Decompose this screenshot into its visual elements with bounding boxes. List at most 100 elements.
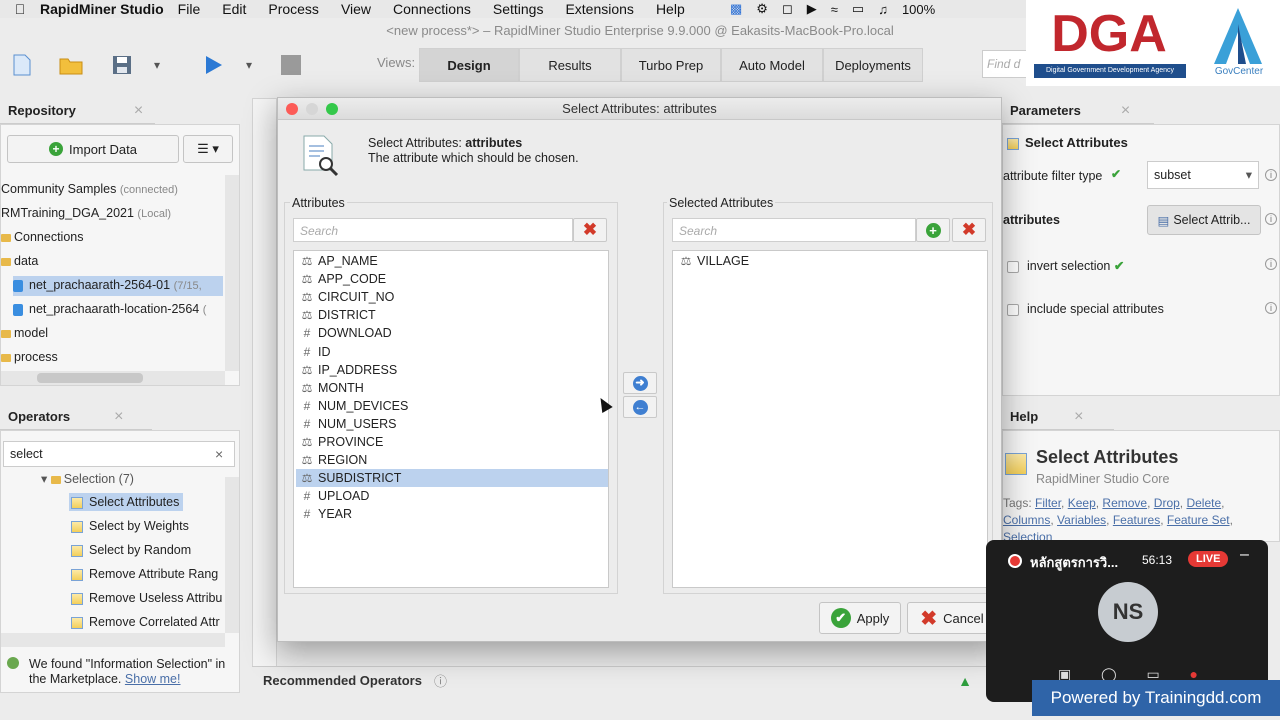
operator-remove-attribute-range[interactable]: Remove Attribute Rang xyxy=(71,567,218,581)
clear-attributes-search-button[interactable]: ✖ xyxy=(573,218,607,242)
tree-item-net-prachaarath-01[interactable]: net_prachaarath-2564-01 (7/15, xyxy=(13,276,223,296)
save-button[interactable] xyxy=(102,48,142,82)
recommended-operators-bar[interactable]: Recommended Operators ⓘ ▲ xyxy=(252,666,986,694)
tag-link[interactable]: Features xyxy=(1113,513,1160,527)
menu-file[interactable]: File xyxy=(178,1,201,17)
tag-link[interactable]: Feature Set xyxy=(1167,513,1230,527)
tag-link[interactable]: Drop xyxy=(1154,496,1180,510)
include-special-checkbox[interactable] xyxy=(1007,303,1019,316)
info-icon[interactable]: i xyxy=(1265,169,1277,181)
apple-icon[interactable]:  xyxy=(0,1,40,17)
remove-attribute-button[interactable]: ← xyxy=(623,396,657,418)
operator-search-input[interactable]: select xyxy=(3,441,235,467)
attribute-row[interactable]: # NUM_DEVICES xyxy=(296,397,608,415)
bell-icon[interactable]: ◻ xyxy=(782,1,793,17)
attributes-list[interactable]: ⚖ AP_NAME ⚖ APP_CODE ⚖ CIRCUIT_NO ⚖ DISTRICT # DO… xyxy=(293,250,609,588)
close-window-icon[interactable] xyxy=(286,103,298,115)
view-tab-design[interactable]: Design xyxy=(419,48,519,82)
run-button[interactable] xyxy=(192,48,234,82)
tag-link[interactable]: Keep xyxy=(1068,496,1096,510)
cancel-button[interactable]: ✖ Cancel xyxy=(907,602,997,634)
operators-horizontal-scrollbar[interactable] xyxy=(1,633,225,647)
tag-link[interactable]: Remove xyxy=(1102,496,1147,510)
operator-group-selection[interactable]: ▾ Selection (7) xyxy=(41,471,134,486)
save-dropdown-arrow-icon[interactable]: ▾ xyxy=(146,48,168,82)
tree-item-process[interactable]: process xyxy=(1,350,58,364)
repository-vertical-scrollbar[interactable] xyxy=(225,175,239,371)
include-special-row[interactable]: include special attributes xyxy=(1007,302,1164,316)
zoom-icon[interactable]: ▩ xyxy=(730,1,742,17)
selected-attributes-list[interactable]: ⚖ VILLAGE xyxy=(672,250,988,588)
menu-edit[interactable]: Edit xyxy=(222,1,246,17)
tree-item-model[interactable]: model xyxy=(1,326,48,340)
view-tab-results[interactable]: Results xyxy=(519,48,621,82)
attribute-row[interactable]: ⚖ SUBDISTRICT xyxy=(296,469,608,488)
process-canvas[interactable] xyxy=(252,98,277,668)
tree-item-net-prachaarath-location[interactable]: net_prachaarath-location-2564 ( xyxy=(13,302,206,316)
close-icon[interactable]: × xyxy=(1074,408,1083,426)
wifi-icon[interactable]: ≈ xyxy=(831,2,838,17)
info-icon[interactable]: i xyxy=(1265,258,1277,270)
tag-link[interactable]: Filter xyxy=(1035,496,1061,510)
battery-percent[interactable]: 100% xyxy=(902,2,935,17)
menu-process[interactable]: Process xyxy=(268,1,319,17)
extension-icon[interactable]: ⚙ xyxy=(756,1,768,17)
open-process-button[interactable] xyxy=(50,48,92,82)
app-menu[interactable]: RapidMiner Studio xyxy=(40,1,164,17)
repository-menu-button[interactable]: ☰ ▾ xyxy=(183,135,233,163)
view-tab-turbo-prep[interactable]: Turbo Prep xyxy=(621,48,721,82)
minimize-window-icon[interactable] xyxy=(306,103,318,115)
selected-attributes-search-input[interactable]: Search xyxy=(672,218,916,242)
menu-settings[interactable]: Settings xyxy=(493,1,544,17)
info-icon[interactable]: i xyxy=(1265,302,1277,314)
add-regex-button[interactable]: + xyxy=(916,218,950,242)
select-attributes-button[interactable]: ▤ Select Attrib... xyxy=(1147,205,1261,235)
tag-link[interactable]: Columns xyxy=(1003,513,1050,527)
operator-remove-useless-attributes[interactable]: Remove Useless Attribu xyxy=(71,591,222,605)
close-icon[interactable]: × xyxy=(1121,102,1130,120)
info-icon[interactable]: ⓘ xyxy=(434,671,447,690)
tree-item-connections[interactable]: Connections xyxy=(1,230,84,244)
tree-item-community-samples[interactable]: Community Samples (connected) xyxy=(1,182,178,196)
invert-checkbox[interactable] xyxy=(1007,260,1019,273)
operator-select-by-weights[interactable]: Select by Weights xyxy=(71,519,189,533)
view-tab-auto-model[interactable]: Auto Model xyxy=(721,48,823,82)
operator-select-by-random[interactable]: Select by Random xyxy=(71,543,191,557)
operators-vertical-scrollbar[interactable] xyxy=(225,477,239,633)
attribute-row[interactable]: # DOWNLOAD xyxy=(296,324,608,342)
attribute-row[interactable]: ⚖ PROVINCE xyxy=(296,433,608,451)
new-process-button[interactable] xyxy=(2,48,42,82)
add-attribute-button[interactable]: ➜ xyxy=(623,372,657,394)
clear-search-icon[interactable]: × xyxy=(215,446,223,462)
operator-select-attributes[interactable]: Select Attributes xyxy=(69,493,184,511)
attribute-row[interactable]: ⚖ AP_NAME xyxy=(296,252,608,270)
menu-help[interactable]: Help xyxy=(656,1,685,17)
attribute-row[interactable]: # YEAR xyxy=(296,505,608,523)
attribute-row[interactable]: ⚖ CIRCUIT_NO xyxy=(296,288,608,306)
scroll-thumb[interactable] xyxy=(37,373,143,383)
invert-selection-row[interactable]: invert selection ✔ xyxy=(1007,258,1124,273)
attribute-row[interactable]: # NUM_USERS xyxy=(296,415,608,433)
attribute-row[interactable]: # ID xyxy=(296,343,608,361)
stop-button[interactable] xyxy=(272,48,310,82)
import-data-button[interactable]: + Import Data xyxy=(7,135,179,163)
minimize-icon[interactable]: – xyxy=(1240,546,1249,564)
media-icon[interactable]: ▶ xyxy=(807,1,817,17)
apply-button[interactable]: ✔ Apply xyxy=(819,602,901,634)
info-icon[interactable]: i xyxy=(1265,213,1277,225)
attribute-row[interactable]: # UPLOAD xyxy=(296,487,608,505)
chevron-up-icon[interactable]: ▲ xyxy=(958,673,972,689)
display-icon[interactable]: ▭ xyxy=(852,1,864,17)
tag-link[interactable]: Variables xyxy=(1057,513,1106,527)
attributes-search-input[interactable]: Search xyxy=(293,218,573,242)
clear-selected-search-button[interactable]: ✖ xyxy=(952,218,986,242)
attribute-row[interactable]: ⚖ MONTH xyxy=(296,379,608,397)
close-icon[interactable]: × xyxy=(114,408,123,426)
zoom-window-icon[interactable] xyxy=(326,103,338,115)
view-tab-deployments[interactable]: Deployments xyxy=(823,48,923,82)
attribute-row[interactable]: ⚖ REGION xyxy=(296,451,608,469)
tree-item-data[interactable]: data xyxy=(1,254,38,268)
menu-connections[interactable]: Connections xyxy=(393,1,471,17)
close-icon[interactable]: × xyxy=(134,102,143,120)
repository-horizontal-scrollbar[interactable] xyxy=(1,371,225,385)
